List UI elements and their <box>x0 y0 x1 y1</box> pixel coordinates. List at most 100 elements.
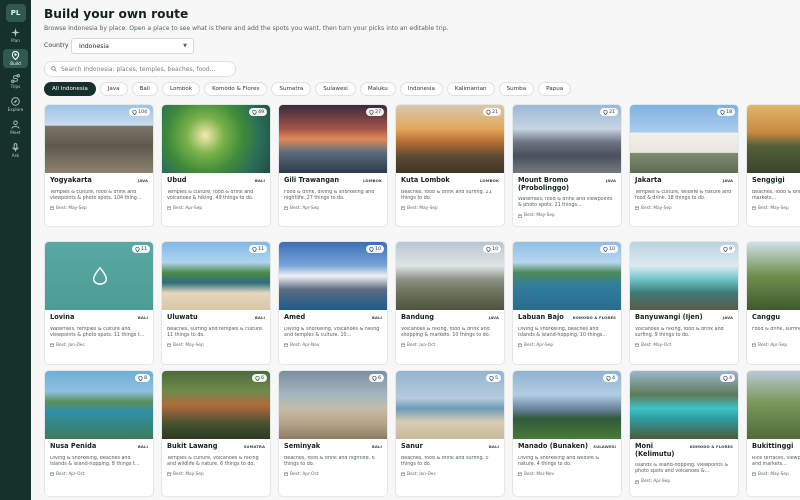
best-season: Best: Apr-Sep <box>752 343 800 348</box>
place-count-badge: 10 <box>483 245 501 253</box>
place-description: Diving & snorkeling and wildlife & natur… <box>518 455 600 467</box>
place-photo: 11 <box>162 242 270 310</box>
place-photo: 18 <box>630 105 738 173</box>
region-chip[interactable]: Indonesia <box>399 82 443 96</box>
province-tag: JAVA <box>488 315 499 320</box>
sidebar-item-trips[interactable]: Trips <box>3 72 28 91</box>
place-card[interactable]: 4 Manado (Bunaken) SULAWESI Diving & snorke… <box>512 370 622 497</box>
place-photo <box>747 105 800 173</box>
app-logo[interactable]: PL <box>5 4 26 22</box>
place-count: 10 <box>609 246 615 252</box>
best-season-text: Best: May-Sep <box>758 205 789 211</box>
place-count-badge: 104 <box>129 108 150 116</box>
region-chip[interactable]: Sumatra <box>271 82 312 96</box>
place-description: Temples & culture, wildlife & nature and… <box>635 189 732 201</box>
region-chip[interactable]: All Indonesia <box>44 82 96 96</box>
place-count-badge: 10 <box>366 245 384 253</box>
best-season-text: Best: May-Sep <box>758 471 789 477</box>
place-card[interactable]: 49 Ubud BALI Temples & culture, food & drin… <box>161 104 271 227</box>
region-chip[interactable]: Bali <box>131 82 158 96</box>
region-chip[interactable]: Maluku <box>359 82 396 96</box>
place-description: Waterfalls, temples & culture and viewpo… <box>50 326 145 338</box>
province-tag: JAVA <box>137 178 148 183</box>
place-photo <box>747 242 800 310</box>
compass-icon <box>11 97 20 106</box>
place-card[interactable]: 10 Amed BALI Diving & snorkeling, volcanoes… <box>278 241 388 365</box>
place-card[interactable]: 5 Sanur BALI Beaches, food & drink and surf… <box>395 370 505 497</box>
place-card[interactable]: CangguBALIFood & drink, surfing and nigh… <box>746 241 800 365</box>
place-card[interactable]: 18 Jakarta JAVA Temples & culture, wildlife… <box>629 104 739 227</box>
place-card[interactable]: 21 Mount Bromo (Probolinggo) JAVA Waterfall… <box>512 104 622 227</box>
sidebar-item-plan[interactable]: Plan <box>3 26 28 45</box>
place-description: Volcanoes & hiking, food & drink and sur… <box>635 326 724 338</box>
page-title: Build your own route <box>44 7 189 21</box>
place-photo: 6 <box>162 371 270 439</box>
main-content: Build your own route Browse Indonesia by… <box>44 0 800 500</box>
calendar-icon <box>518 472 522 476</box>
place-description: Food & drink, surfing and nightlife... <box>752 326 800 332</box>
place-description: Temples & culture, food & drink and view… <box>50 189 142 201</box>
place-count-icon <box>606 375 611 381</box>
place-count: 6 <box>378 375 381 381</box>
place-card[interactable]: 9 Banyuwangi (Ijen) JAVA Volcanoes & hiking… <box>629 241 739 365</box>
region-chip[interactable]: Kalimantan <box>446 82 495 96</box>
place-description: Temples & culture, volcanoes & hiking an… <box>167 455 259 467</box>
place-card[interactable]: 4 Moni (Kelimutu) KOMODO & FLORES Islands &… <box>629 370 739 497</box>
place-count: 18 <box>726 109 732 115</box>
place-card[interactable]: 27 Gili Trawangan LOMBOK Food & drink, divi… <box>278 104 388 227</box>
region-chip[interactable]: Papua <box>538 82 572 96</box>
region-chip[interactable]: Lombok <box>161 82 201 96</box>
place-count: 8 <box>144 375 147 381</box>
place-count-icon <box>723 246 728 252</box>
place-count-icon <box>489 375 494 381</box>
place-count-badge: 18 <box>717 108 735 116</box>
province-tag: BALI <box>254 315 265 320</box>
place-description: Diving & snorkeling, beaches and islands… <box>518 326 607 338</box>
country-select[interactable]: Indonesia ▼ <box>71 38 194 54</box>
province-tag: LOMBOK <box>480 178 499 183</box>
place-card[interactable]: 21 Kuta Lombok LOMBOK Beaches, food & drink… <box>395 104 505 227</box>
place-card[interactable]: 8 Nusa Penida BALI Diving & snorkeling, bea… <box>44 370 154 497</box>
province-tag: BALI <box>137 444 148 449</box>
place-card[interactable]: 10 Bandung JAVA Volcanoes & hiking, food & … <box>395 241 505 365</box>
sidebar-item-meet[interactable]: Meet <box>3 118 28 137</box>
place-count-icon <box>369 109 374 115</box>
place-count-icon <box>372 375 377 381</box>
place-card[interactable]: 10 Labuan Bajo KOMODO & FLORES Diving & sno… <box>512 241 622 365</box>
place-name: Lovina <box>50 313 75 321</box>
sidebar-item-build[interactable]: Build <box>3 49 28 68</box>
place-description: Beaches, food & drink and surfing. 5 thi… <box>401 455 489 467</box>
place-card[interactable]: SenggigiLOMBOKBeaches, food & drink and … <box>746 104 800 227</box>
country-label: Country <box>44 42 69 49</box>
best-season: Best: May-Sep <box>635 206 733 211</box>
sidebar-item-label: Build <box>10 61 21 66</box>
place-count: 49 <box>258 109 264 115</box>
place-photo <box>747 371 800 439</box>
province-tag: BALI <box>254 178 265 183</box>
place-card[interactable]: 11 Lovina BALI Waterfalls, temples & cultur… <box>44 241 154 365</box>
place-card[interactable]: 6 Bukit Lawang SUMATRA Temples & culture, v… <box>161 370 271 497</box>
region-chip[interactable]: Sumba <box>498 82 535 96</box>
place-card[interactable]: 11 Uluwatu BALI Beaches, surfing and temple… <box>161 241 271 365</box>
place-count-badge: 4 <box>720 374 735 382</box>
place-name: Bukittinggi <box>752 442 794 450</box>
sidebar-item-explore[interactable]: Explore <box>3 95 28 114</box>
place-card[interactable]: BukittinggiSUMATRARice terraces, viewpoi… <box>746 370 800 497</box>
place-name: Bandung <box>401 313 434 321</box>
place-description: Beaches, food & drink and surfing. 21 th… <box>401 189 492 201</box>
best-season-text: Best: Apr-Sep <box>524 342 554 348</box>
sidebar-item-ask[interactable]: Ask <box>3 141 28 160</box>
calendar-icon <box>518 343 522 347</box>
place-card[interactable]: 6 Seminyak BALI Beaches, food & drink and n… <box>278 370 388 497</box>
best-season: Best: May-Sep <box>752 206 800 211</box>
region-chip[interactable]: Java <box>99 82 128 96</box>
place-count-icon <box>252 109 257 115</box>
region-chip[interactable]: Sulawesi <box>315 82 356 96</box>
region-chip[interactable]: Komodo & Flores <box>204 82 268 96</box>
search-input[interactable]: Search Indonesia: places, temples, beach… <box>44 61 236 77</box>
best-season: Best: Apr-Oct <box>50 472 148 477</box>
place-card[interactable]: 104 Yogyakarta JAVA Temples & culture, food… <box>44 104 154 227</box>
place-count-badge: 6 <box>369 374 384 382</box>
place-count-icon <box>132 109 137 115</box>
place-name: Amed <box>284 313 306 321</box>
